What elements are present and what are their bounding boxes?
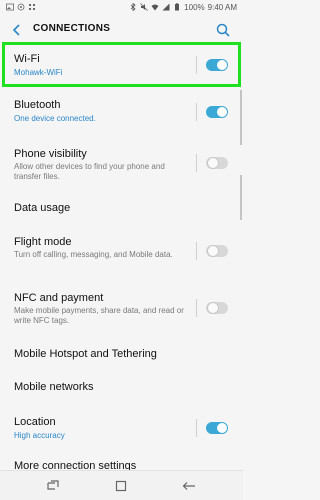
list-item-nfc-payment[interactable]: NFC and payment Make mobile payments, sh… (0, 288, 243, 332)
location-toggle[interactable] (206, 422, 228, 434)
list-item-bluetooth[interactable]: Bluetooth One device connected. (0, 92, 243, 132)
signal-icon (162, 3, 170, 11)
divider (196, 242, 197, 260)
list-item-location[interactable]: Location High accuracy (0, 412, 243, 450)
phone-visibility-toggle[interactable] (206, 157, 228, 169)
battery-icon (175, 3, 180, 11)
item-title: NFC and payment (14, 292, 104, 304)
item-subtitle: Turn off calling, messaging, and Mobile … (14, 250, 173, 259)
back-arrow-icon[interactable] (9, 22, 23, 38)
item-subtitle: High accuracy (14, 431, 65, 440)
item-title: Location (14, 416, 56, 428)
item-title: Bluetooth (14, 99, 61, 111)
divider (196, 154, 197, 172)
grid-icon (29, 4, 35, 10)
status-bar: 100% 9:40 AM (0, 0, 243, 14)
nfc-toggle[interactable] (206, 302, 228, 314)
clock: 9:40 AM (207, 2, 237, 12)
list-item-flight-mode[interactable]: Flight mode Turn off calling, messaging,… (0, 232, 243, 276)
recents-icon[interactable] (46, 479, 60, 493)
navigation-bar (0, 470, 243, 500)
list-item-data-usage[interactable]: Data usage (0, 196, 243, 224)
wifi-highlight-box (2, 42, 241, 87)
list-item-hotspot-tethering[interactable]: Mobile Hotspot and Tethering (0, 342, 243, 370)
bluetooth-toggle[interactable] (206, 106, 228, 118)
item-title: Data usage (14, 202, 71, 214)
home-icon[interactable] (114, 479, 128, 493)
item-subtitle: One device connected. (14, 114, 96, 123)
item-title: Mobile Hotspot and Tethering (14, 348, 157, 360)
divider (196, 419, 197, 437)
list-item-mobile-networks[interactable]: Mobile networks (0, 376, 243, 404)
header: CONNECTIONS (0, 18, 243, 42)
item-subtitle: Allow other devices to find your phone a… (14, 162, 165, 181)
wifi-icon (151, 4, 159, 11)
page-title: CONNECTIONS (33, 23, 111, 34)
search-icon[interactable] (215, 22, 231, 38)
mute-icon (140, 3, 148, 11)
item-title: Mobile networks (14, 381, 94, 393)
settings-notif-icon (17, 3, 25, 11)
divider (196, 103, 197, 121)
scroll-indicator (240, 90, 242, 145)
status-left-icons (6, 3, 36, 11)
back-icon[interactable] (182, 479, 196, 493)
battery-percent: 100% (184, 2, 205, 12)
list-item-phone-visibility[interactable]: Phone visibility Allow other devices to … (0, 138, 243, 188)
item-subtitle: Make mobile payments, share data, and re… (14, 306, 184, 325)
scroll-indicator (240, 175, 242, 220)
image-icon (6, 3, 14, 11)
status-right-icons: 100% 9:40 AM (129, 3, 237, 12)
divider (196, 299, 197, 317)
item-title: Flight mode (14, 236, 72, 248)
flight-mode-toggle[interactable] (206, 245, 228, 257)
item-title: Phone visibility (14, 148, 87, 160)
bluetooth-icon (130, 3, 136, 11)
